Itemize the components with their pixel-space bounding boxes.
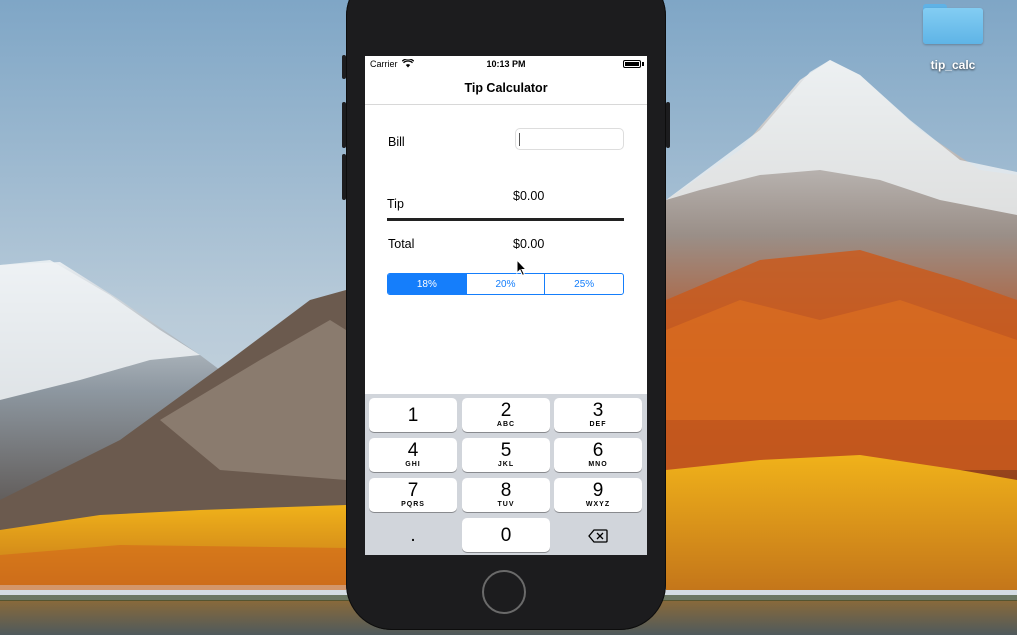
key-letters: ABC	[496, 421, 516, 428]
status-bar: Carrier 10:13 PM	[365, 56, 647, 72]
key-digit: 2	[500, 400, 512, 421]
key-digit: 8	[500, 480, 512, 501]
power-button	[666, 102, 670, 148]
segment-20-percent[interactable]: 20%	[465, 274, 545, 294]
key-3[interactable]: 3 DEF	[554, 398, 642, 432]
key-letters: MNO	[588, 461, 608, 468]
key-digit: 1	[407, 405, 419, 426]
folder-icon	[923, 4, 983, 44]
key-5[interactable]: 5 JKL	[462, 438, 550, 472]
key-digit: 5	[500, 440, 512, 461]
total-label: Total	[388, 237, 415, 251]
numeric-keypad: 1 2 ABC 3 DEF 4 GHI 5 JKL 6 MNO 7 PQRS 8…	[365, 394, 647, 555]
volume-down-button	[342, 154, 346, 200]
battery-icon	[623, 60, 641, 68]
key-letters: PQRS	[401, 501, 425, 508]
key-digit: 0	[500, 525, 512, 546]
text-caret	[519, 133, 520, 146]
segment-25-percent[interactable]: 25%	[544, 274, 623, 294]
key-letters: DEF	[589, 421, 607, 428]
key-digit: 7	[407, 480, 419, 501]
key-digit: 9	[592, 480, 604, 501]
key-letters: WXYZ	[585, 501, 611, 508]
volume-up-button	[342, 102, 346, 148]
bill-label: Bill	[388, 135, 405, 149]
key-1[interactable]: 1	[369, 398, 457, 432]
mute-switch	[342, 55, 346, 79]
key-letters: JKL	[497, 461, 515, 468]
navigation-bar: Tip Calculator	[365, 72, 647, 105]
key-9[interactable]: 9 WXYZ	[554, 478, 642, 512]
app-screen: Carrier 10:13 PM Tip Calculator Bill Tip…	[365, 56, 647, 555]
tip-amount: $0.00	[513, 189, 545, 203]
key-delete[interactable]	[554, 518, 642, 552]
home-button[interactable]	[482, 570, 526, 614]
backspace-icon	[588, 529, 608, 543]
tip-label: Tip	[387, 197, 404, 211]
key-7[interactable]: 7 PQRS	[369, 478, 457, 512]
key-digit: 4	[407, 440, 419, 461]
key-decimal[interactable]: .	[369, 518, 457, 552]
segment-18-percent[interactable]: 18%	[388, 274, 466, 294]
desktop-folder-tip-calc[interactable]: tip_calc	[914, 0, 994, 80]
key-6[interactable]: 6 MNO	[554, 438, 642, 472]
page-title: Tip Calculator	[464, 81, 548, 95]
key-letters: GHI	[405, 461, 421, 468]
total-amount: $0.00	[513, 237, 545, 251]
key-digit: 3	[592, 400, 604, 421]
key-2[interactable]: 2 ABC	[462, 398, 550, 432]
status-time: 10:13 PM	[486, 59, 526, 69]
key-digit: .	[410, 525, 416, 546]
divider-line	[387, 218, 624, 221]
mouse-cursor-icon	[516, 259, 528, 277]
tip-percentage-control: 18% 20% 25%	[387, 273, 624, 295]
battery-tip	[642, 62, 644, 66]
bill-input[interactable]	[515, 128, 624, 150]
key-0[interactable]: 0	[462, 518, 550, 552]
folder-label: tip_calc	[930, 58, 976, 72]
key-digit: 6	[592, 440, 604, 461]
key-8[interactable]: 8 TUV	[462, 478, 550, 512]
key-4[interactable]: 4 GHI	[369, 438, 457, 472]
key-letters: TUV	[497, 501, 515, 508]
